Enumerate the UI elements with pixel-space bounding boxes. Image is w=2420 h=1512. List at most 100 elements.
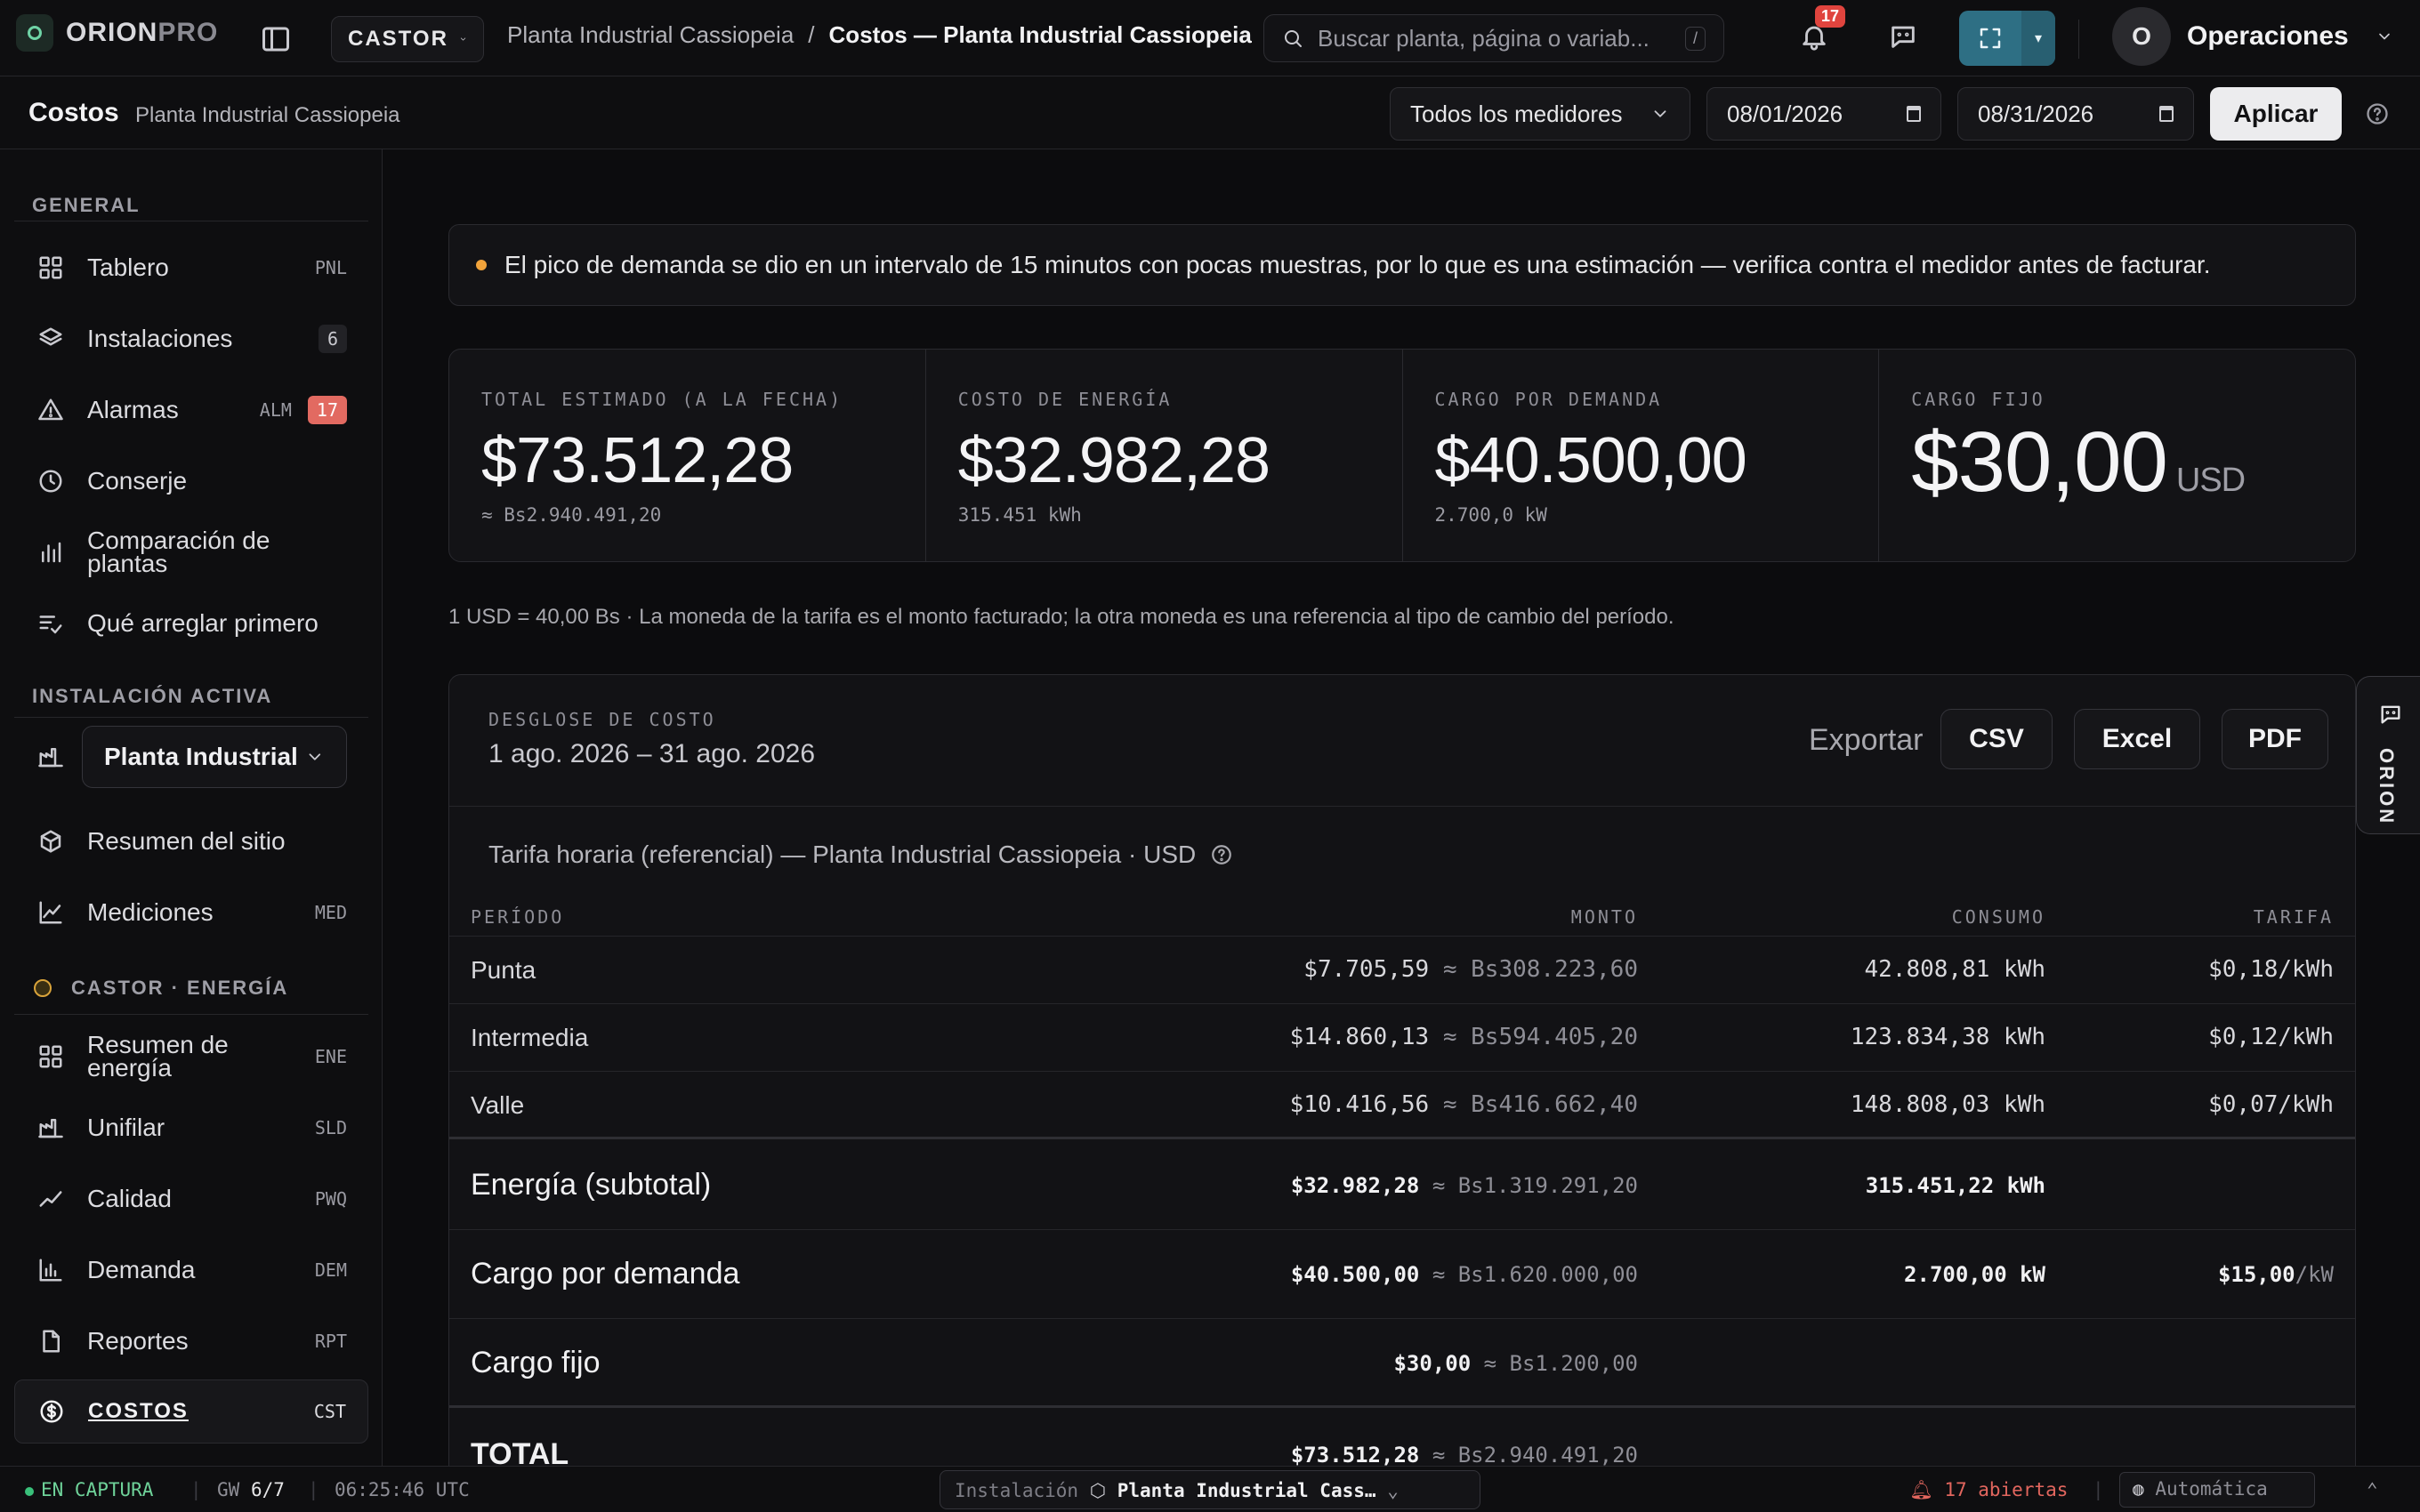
plant-select[interactable]: Planta Industrial Cassiopeia <box>82 726 347 788</box>
date-to-input[interactable]: 08/31/2026 <box>1957 87 2194 141</box>
sidebar-item-mediciones[interactable]: Mediciones MED <box>14 881 368 944</box>
alarm-count-badge: 17 <box>307 396 347 424</box>
sidebar-item-instalaciones[interactable]: Instalaciones 6 <box>14 308 368 370</box>
sidebar-item-que-arreglar[interactable]: Qué arreglar primero <box>14 592 368 655</box>
checklist-icon <box>39 615 62 634</box>
orion-assistant-tab[interactable]: ORION <box>2356 676 2420 834</box>
meter-select[interactable]: Todos los medidores <box>1390 87 1690 141</box>
sidebar-item-demanda[interactable]: Demanda DEM <box>14 1239 368 1301</box>
gateway-count: 6/7 <box>250 1479 285 1500</box>
cell-amount-alt: ≈ Bs594.405,20 <box>1442 1024 1638 1050</box>
demand-charge-row: Cargo por demanda $40.500,00 ≈ Bs1.620.0… <box>449 1230 2355 1319</box>
divider: | <box>190 1479 202 1500</box>
chevron-down-icon <box>1654 110 1666 117</box>
sidebar-item-comparacion[interactable]: Comparación de plantas <box>14 521 368 583</box>
cell-amount: $32.982,28 <box>1290 1173 1420 1198</box>
brand-name: ORION <box>66 18 158 47</box>
brand-suffix: PRO <box>157 18 219 47</box>
fullscreen-icon[interactable] <box>1959 11 2021 66</box>
user-menu[interactable]: O Operaciones <box>2112 7 2393 66</box>
date-from-input[interactable]: 08/01/2026 <box>1706 87 1941 141</box>
breadcrumb-parent[interactable]: Planta Industrial Cassiopeia <box>507 21 794 49</box>
chevron-down-icon <box>460 37 466 41</box>
column-header-period: PERÍODO <box>471 906 565 928</box>
org-selector[interactable]: CASTOR <box>331 16 484 62</box>
org-name: CASTOR <box>348 27 448 51</box>
info-help-icon[interactable] <box>1210 843 1233 866</box>
divider: | <box>2093 1479 2104 1500</box>
page-site-name: Planta Industrial Cassiopeia <box>135 103 400 127</box>
grid-icon <box>39 1045 62 1068</box>
sidebar-item-calidad[interactable]: Calidad PWQ <box>14 1168 368 1230</box>
language-auto-select[interactable]: ◍ Automática <box>2119 1472 2315 1508</box>
export-excel-button[interactable]: Excel <box>2074 709 2200 769</box>
shortcut-hint: CST <box>313 1401 346 1422</box>
meter-select-value: Todos los medidores <box>1410 100 1623 127</box>
sidebar-item-label: Comparación de plantas <box>87 527 270 577</box>
sidebar-toggle-icon[interactable] <box>260 23 292 55</box>
apply-button[interactable]: Aplicar <box>2210 87 2342 141</box>
sidebar-item-label: Costos <box>88 1399 189 1423</box>
tariff-text: Tarifa horaria (referencial) — Planta In… <box>488 840 1197 868</box>
sidebar-item-label: Qué arreglar primero <box>87 609 319 637</box>
table-row: Punta $7.705,59 ≈ Bs308.223,60 42.808,81… <box>449 937 2355 1004</box>
sidebar-item-unifilar[interactable]: Unifilar SLD <box>14 1097 368 1159</box>
cell-amount-alt: ≈ Bs416.662,40 <box>1442 1091 1638 1118</box>
cell-consumption: 123.834,38 kWh <box>1850 1024 2045 1050</box>
kpi-strip: TOTAL ESTIMADO (A LA FECHA) $73.512,28 ≈… <box>448 349 2356 562</box>
kpi-fixed-charge: CARGO FIJO $30,00 USD <box>1879 350 2355 561</box>
subtotal-row: Energía (subtotal) $32.982,28 ≈ Bs1.319.… <box>449 1141 2355 1230</box>
fullscreen-menu-caret-icon[interactable]: ▾ <box>2021 11 2055 66</box>
chevron-up-icon[interactable]: ⌃ <box>2367 1479 2378 1500</box>
cost-breakdown-card: DESGLOSE DE COSTO 1 ago. 2026 – 31 ago. … <box>448 674 2356 1466</box>
search-input[interactable]: Buscar planta, página o variab... / <box>1263 14 1724 62</box>
calendar-icon[interactable] <box>1907 106 1921 122</box>
kpi-demand-charge: CARGO POR DEMANDA $40.500,00 2.700,0 kW <box>1403 350 1880 561</box>
sidebar-item-label: Resumen del sitio <box>87 827 286 855</box>
cell-period: TOTAL <box>471 1437 569 1466</box>
help-icon[interactable] <box>2365 101 2390 126</box>
sidebar-item-alarmas[interactable]: Alarmas ALM 17 <box>14 379 368 441</box>
energy-module-icon <box>34 979 52 997</box>
top-bar: ORIONPRO CASTOR Planta Industrial Cassio… <box>0 0 2420 76</box>
layers-icon <box>39 327 62 346</box>
column-header-rate: TARIFA <box>2253 906 2334 928</box>
sidebar-item-resumen-energia[interactable]: Resumen de energía ENE <box>14 1025 368 1088</box>
sidebar-item-costos[interactable]: Costos CST <box>14 1379 368 1444</box>
cell-period: Valle <box>471 1091 525 1119</box>
sidebar-item-resumen-sitio[interactable]: Resumen del sitio <box>14 810 368 873</box>
sidebar-item-label: Resumen de energía <box>87 1031 229 1082</box>
column-header-amount: MONTO <box>1570 906 1638 928</box>
open-alarms[interactable]: 🔔︎ 17 abiertas <box>1909 1479 2068 1501</box>
cell-consumption: 42.808,81 kWh <box>1864 956 2046 983</box>
user-name: Operaciones <box>2187 21 2349 51</box>
sidebar-item-label: Alarmas <box>87 396 179 423</box>
factory-icon <box>38 1119 63 1138</box>
date-from-value: 08/01/2026 <box>1727 100 1843 127</box>
open-alarms-text: 17 abiertas <box>1944 1479 2069 1500</box>
estimate-warning-banner: El pico de demanda se dio en un interval… <box>448 224 2356 306</box>
sidebar-section-energy: CASTOR · ENERGÍA <box>71 977 289 999</box>
divider <box>2078 20 2079 59</box>
chat-icon <box>2378 702 2403 727</box>
orion-tab-label: ORION <box>2376 748 2398 826</box>
cell-consumption: 148.808,03 kWh <box>1850 1091 2045 1118</box>
kpi-total: TOTAL ESTIMADO (A LA FECHA) $73.512,28 ≈… <box>449 350 926 561</box>
export-csv-button[interactable]: CSV <box>1940 709 2053 769</box>
cell-amount: $40.500,00 <box>1290 1262 1420 1287</box>
sidebar-item-conserje[interactable]: Conserje <box>14 450 368 512</box>
divider: | <box>308 1479 319 1500</box>
warning-icon <box>38 398 63 421</box>
sidebar-item-tablero[interactable]: Tablero PNL <box>14 237 368 299</box>
fullscreen-split-button[interactable]: ▾ <box>1959 11 2055 66</box>
installation-label: Instalación <box>955 1480 1079 1501</box>
shortcut-hint: ALM <box>259 399 292 421</box>
sidebar-item-reportes[interactable]: Reportes RPT <box>14 1310 368 1372</box>
logo[interactable]: ORIONPRO <box>16 14 218 52</box>
installation-select[interactable]: Instalación ⬡ Planta Industrial Cass… ⌄ <box>940 1470 1480 1509</box>
total-row: TOTAL $73.512,28 ≈ Bs2.940.491,20 <box>449 1411 2355 1466</box>
calendar-icon[interactable] <box>2159 106 2174 122</box>
main-content: El pico de demanda se dio en un interval… <box>383 149 2420 1466</box>
export-pdf-button[interactable]: PDF <box>2222 709 2328 769</box>
chat-icon[interactable] <box>1888 21 1918 52</box>
